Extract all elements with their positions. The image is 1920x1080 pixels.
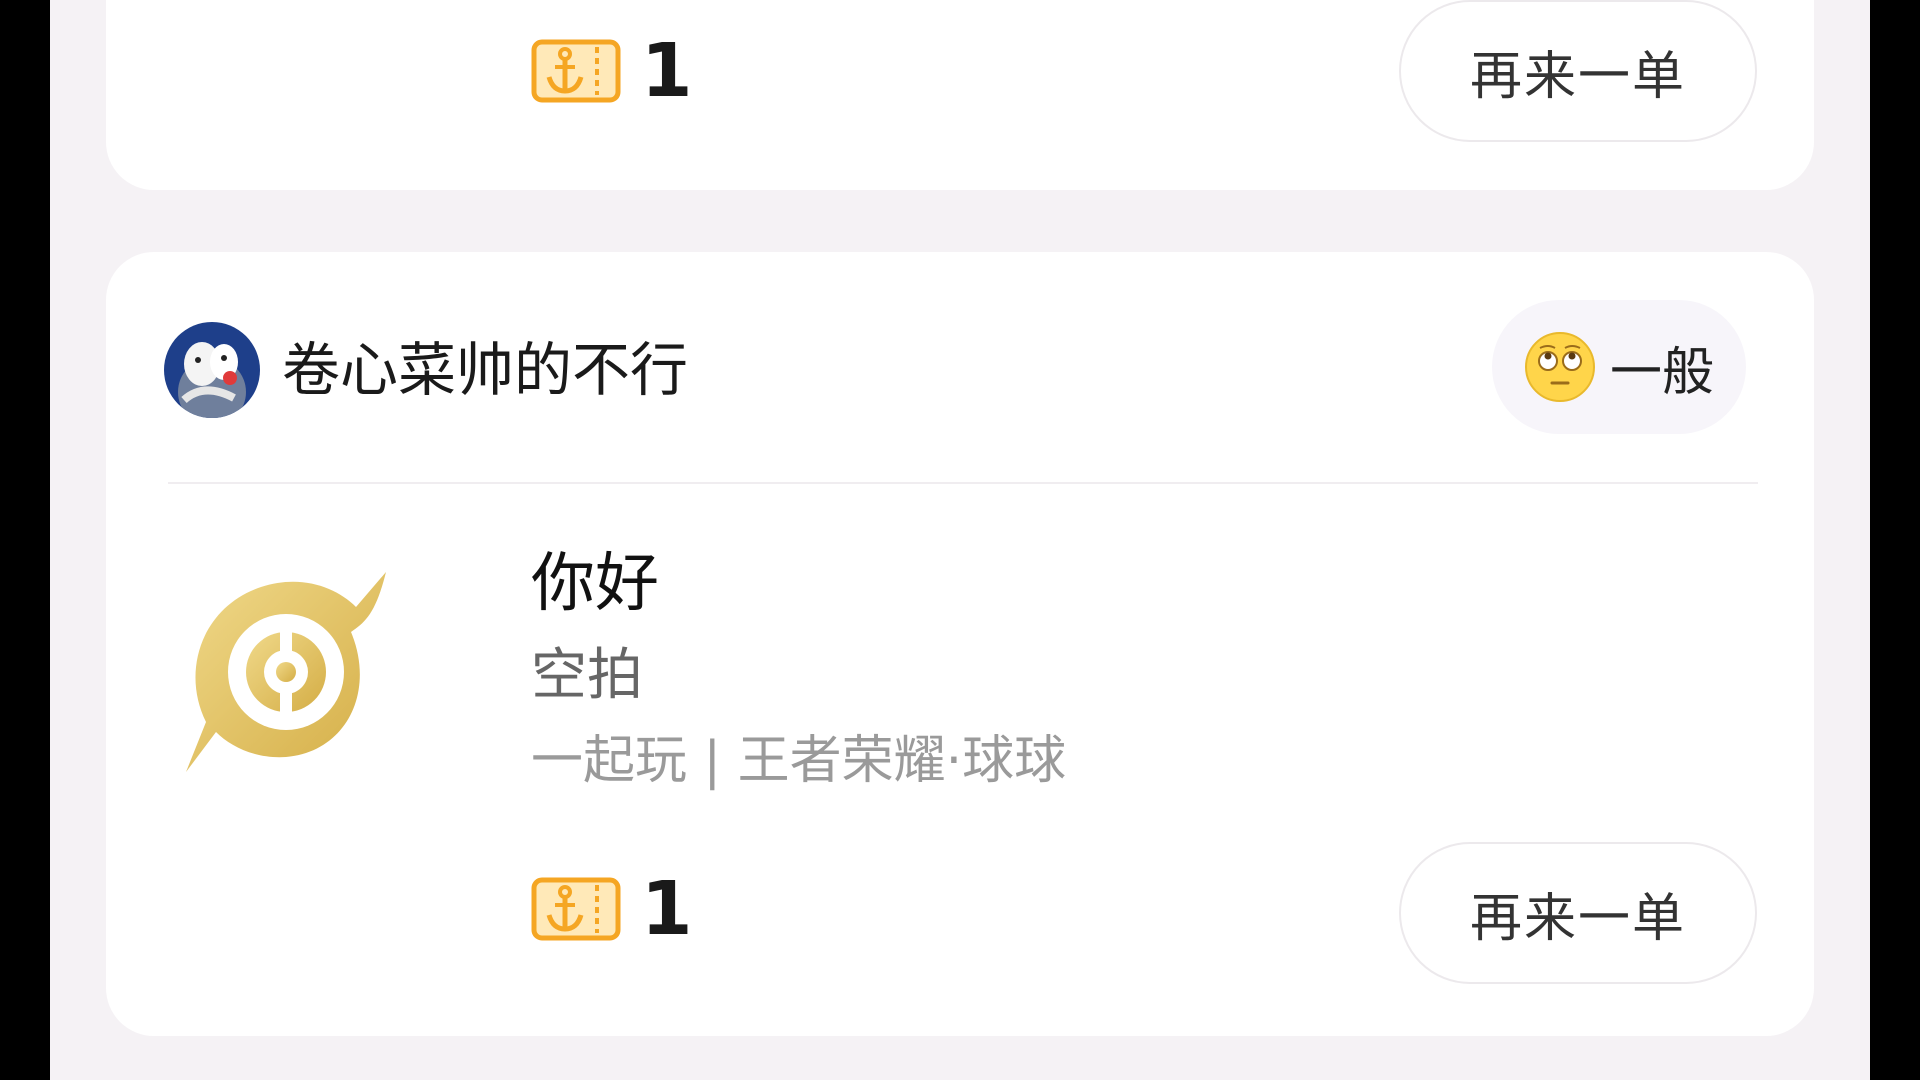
anchor-ticket-icon [531,877,621,941]
service-type: 空拍 [531,643,643,708]
rolling-eyes-emoji-icon [1524,332,1595,402]
reorder-button[interactable]: 再来一单 [1399,842,1757,984]
service-tags: 一起玩 | 王者荣耀·球球 [531,731,1067,791]
rating-badge: 一般 [1492,300,1746,434]
order-history-screen: 1 再来一单 卷心菜帅的不行 一般 你好 空拍 一起玩 | 王者荣耀·球球 1 … [50,0,1870,1080]
ticket-count-row: 1 [531,34,693,108]
username[interactable]: 卷心菜帅的不行 [282,330,688,410]
avatar[interactable] [164,322,260,418]
divider [168,482,1758,484]
reorder-button[interactable]: 再来一单 [1399,0,1757,142]
ticket-count-row: 1 [531,872,693,946]
user-avatar-image [164,322,260,418]
anchor-ticket-icon [531,39,621,103]
rating-label: 一般 [1609,342,1714,403]
ticket-count: 1 [641,28,693,114]
service-title: 你好 [531,547,659,621]
ticket-count: 1 [641,866,693,952]
order-card: 1 再来一单 [106,0,1814,190]
order-card: 卷心菜帅的不行 一般 你好 空拍 一起玩 | 王者荣耀·球球 1 再来一单 [106,252,1814,1036]
game-logo-icon [186,572,386,772]
